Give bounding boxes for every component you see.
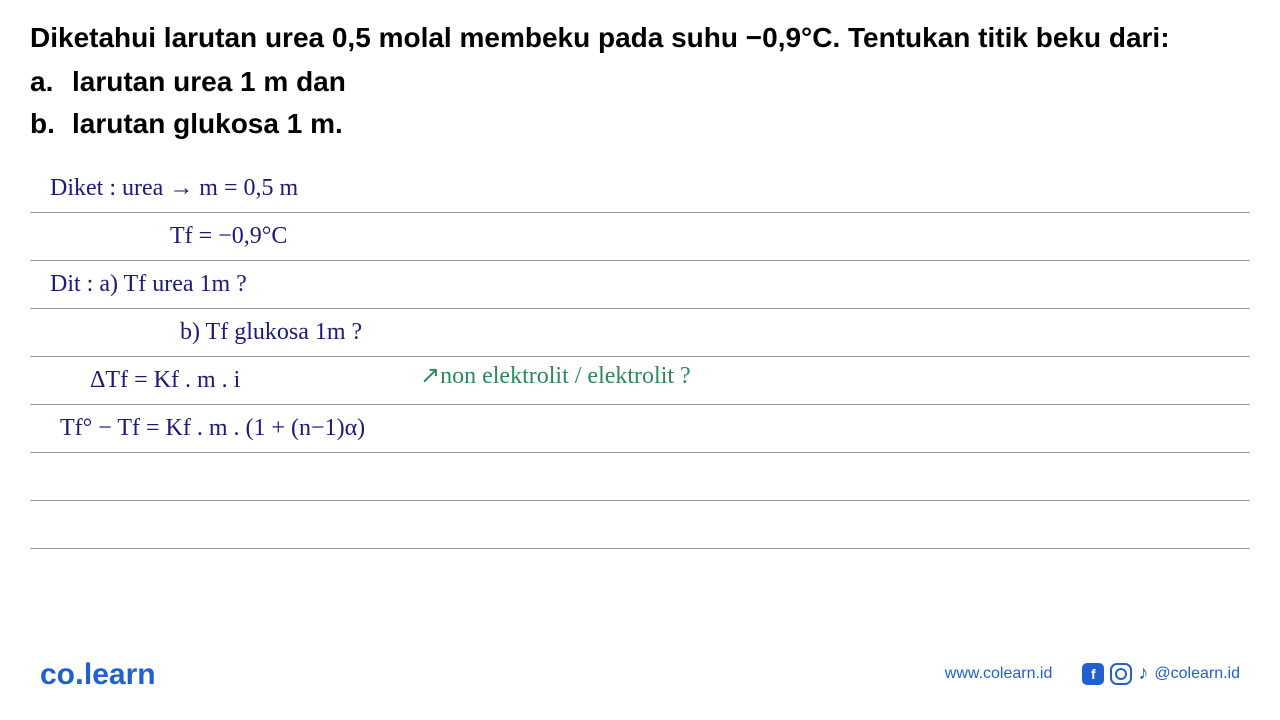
option-a-letter: a.	[30, 61, 72, 103]
logo: co.learn	[40, 655, 156, 692]
handwriting-dit-b: b) Tf glukosa 1m ?	[50, 319, 362, 346]
tiktok-icon: ♪	[1138, 662, 1148, 685]
question-option-a: a.larutan urea 1 m dan	[30, 61, 1250, 103]
facebook-icon: f	[1082, 663, 1104, 685]
logo-co: co	[40, 658, 75, 691]
option-a-text: larutan urea 1 m dan	[72, 66, 346, 97]
notebook-line: Dit : a) Tf urea 1m ?	[30, 261, 1250, 309]
handwriting-annotation: ↗non elektrolit / elektrolit ?	[420, 361, 691, 390]
handwriting-tf-value: Tf = −0,9°C	[50, 223, 287, 250]
handwriting-formula-2: Tf° − Tf = Kf . m . (1 + (n−1)α)	[50, 415, 365, 442]
question-main: Diketahui larutan urea 0,5 molal membeku…	[30, 18, 1250, 57]
notebook-line: Diket : urea → m = 0,5 m	[30, 165, 1250, 213]
notebook-line: ΔTf = Kf . m . i ↗non elektrolit / elekt…	[30, 357, 1250, 405]
notebook-line	[30, 501, 1250, 549]
instagram-icon	[1110, 663, 1132, 685]
handwriting-diket: Diket : urea → m = 0,5 m	[50, 175, 298, 202]
notebook-line	[30, 453, 1250, 501]
website-url: www.colearn.id	[945, 665, 1053, 683]
notebook-line: b) Tf glukosa 1m ?	[30, 309, 1250, 357]
notebook-area: Diket : urea → m = 0,5 m Tf = −0,9°C Dit…	[30, 165, 1250, 549]
footer-right: www.colearn.id f ♪ @colearn.id	[945, 662, 1240, 685]
option-b-letter: b.	[30, 103, 72, 145]
question-option-b: b.larutan glukosa 1 m.	[30, 103, 1250, 145]
notebook-line: Tf = −0,9°C	[30, 213, 1250, 261]
logo-learn: learn	[84, 658, 156, 691]
handwriting-formula-1: ΔTf = Kf . m . i	[50, 367, 240, 394]
social-links: f ♪ @colearn.id	[1082, 662, 1240, 685]
footer: co.learn www.colearn.id f ♪ @colearn.id	[0, 655, 1280, 692]
logo-dot: .	[75, 655, 84, 691]
option-b-text: larutan glukosa 1 m.	[72, 108, 343, 139]
notebook-line: Tf° − Tf = Kf . m . (1 + (n−1)α)	[30, 405, 1250, 453]
handwriting-dit-a: Dit : a) Tf urea 1m ?	[50, 271, 247, 298]
social-handle: @colearn.id	[1154, 665, 1240, 683]
